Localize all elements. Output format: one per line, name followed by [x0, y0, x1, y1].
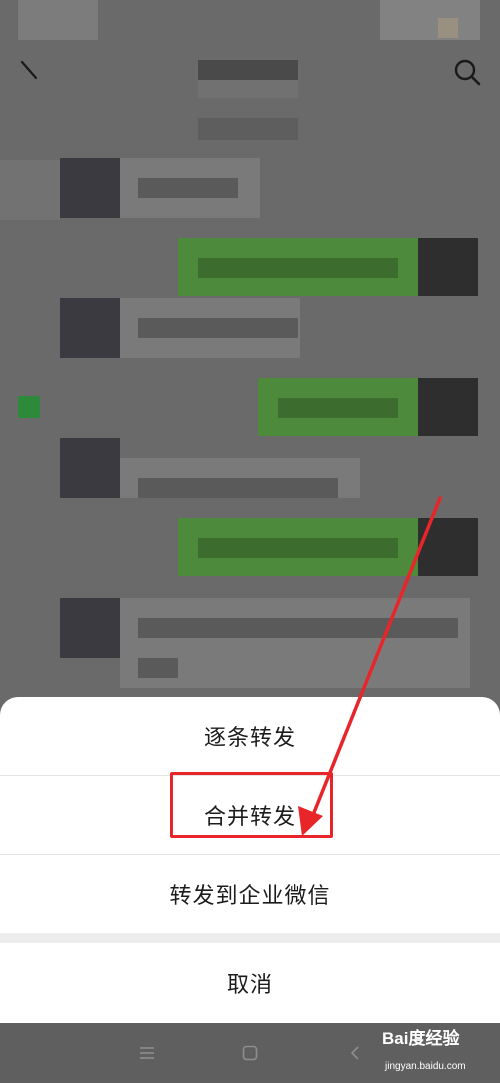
- chat-subtitle: [198, 80, 298, 98]
- avatar: [60, 598, 120, 658]
- watermark-url: jingyan.baidu.com: [385, 1061, 466, 1072]
- search-icon[interactable]: [452, 57, 482, 87]
- cancel-button[interactable]: 取消: [0, 943, 500, 1023]
- avatar: [60, 158, 120, 218]
- home-icon[interactable]: [242, 1045, 258, 1061]
- back-nav-icon[interactable]: [347, 1045, 363, 1061]
- link-pixel: [18, 396, 40, 418]
- message-text: [278, 398, 398, 418]
- message-text: [198, 258, 398, 278]
- sheet-gap: [0, 933, 500, 943]
- avatar: [418, 518, 478, 576]
- chat-title: [198, 60, 298, 80]
- message-text: [138, 618, 458, 638]
- message-text: [138, 318, 298, 338]
- status-bar-battery: [438, 18, 458, 38]
- background-pixels: [0, 160, 60, 220]
- forward-to-wecom-option[interactable]: 转发到企业微信: [0, 855, 500, 933]
- avatar: [60, 438, 120, 498]
- back-icon[interactable]: [18, 58, 42, 82]
- avatar: [418, 378, 478, 436]
- status-bar-left: [18, 0, 98, 40]
- avatar: [60, 298, 120, 358]
- share-action-sheet: 逐条转发 合并转发 转发到企业微信 取消: [0, 697, 500, 1023]
- message-text: [138, 658, 178, 678]
- status-bar-right: [380, 0, 480, 40]
- message-text: [138, 478, 338, 498]
- avatar: [418, 238, 478, 296]
- message-text: [198, 538, 398, 558]
- annotation-highlight-box: [170, 772, 333, 838]
- baidu-jingyan-watermark: Bai度经验: [382, 1029, 460, 1048]
- message-text: [138, 178, 238, 198]
- chat-subtitle-2: [198, 118, 298, 140]
- menu-icon[interactable]: [139, 1045, 155, 1061]
- forward-one-by-one-option[interactable]: 逐条转发: [0, 697, 500, 775]
